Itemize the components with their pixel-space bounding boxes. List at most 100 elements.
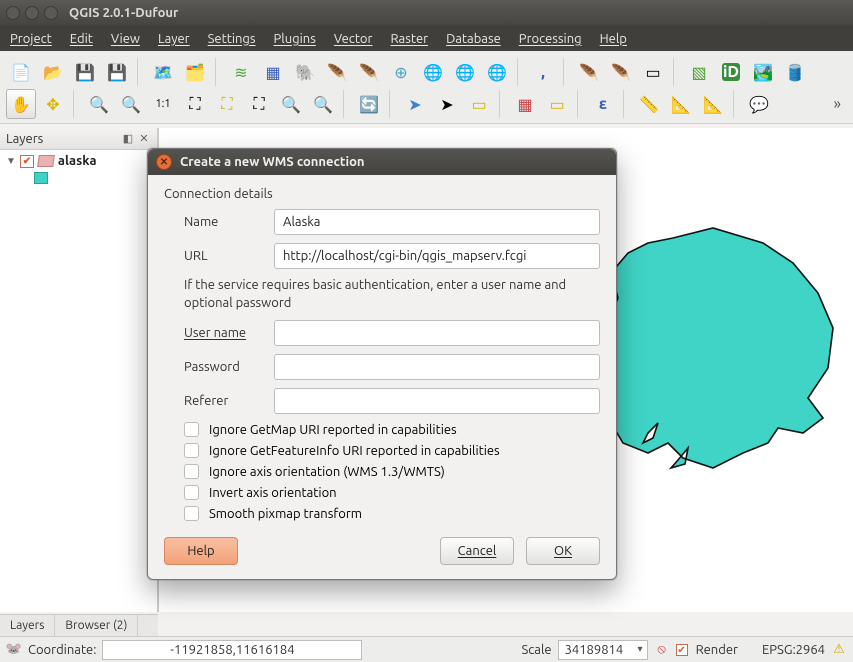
db-manager-button[interactable]: 🛢️	[780, 57, 810, 87]
field-calculator-button[interactable]: ε	[588, 89, 618, 119]
menu-layer[interactable]: Layer	[158, 32, 190, 46]
ruler-angle-icon: 📐	[702, 93, 724, 115]
zoom-full-button[interactable]: ⛶	[180, 89, 210, 119]
zoom-next-button[interactable]: 🔍	[308, 89, 338, 119]
layer-row-alaska[interactable]: ▼ ✔ alaska	[6, 154, 151, 168]
invert-axis-checkbox[interactable]	[184, 485, 199, 500]
toolbar-overflow-icon[interactable]: »	[833, 95, 847, 113]
tab-browser[interactable]: Browser (2)	[55, 615, 138, 636]
close-window-icon[interactable]	[6, 6, 20, 20]
grass-tools-button[interactable]: ▧	[684, 57, 714, 87]
maximize-window-icon[interactable]	[44, 6, 58, 20]
help-button[interactable]: Help	[164, 537, 238, 565]
render-checkbox[interactable]: ✔	[676, 644, 688, 656]
open-attribute-table-button[interactable]: ▦	[510, 89, 540, 119]
messages-icon[interactable]: ⚠	[831, 642, 847, 658]
toolbar-separator	[623, 90, 629, 118]
layers-panel-header: Layers ◧ ✕	[0, 128, 157, 150]
menu-help[interactable]: Help	[600, 32, 627, 46]
add-oracle-layer-button[interactable]: ⊕	[386, 57, 416, 87]
zoom-native-button[interactable]: 1:1	[148, 89, 178, 119]
identify-features-button[interactable]: ➤	[400, 89, 430, 119]
ignore-getfeatureinfo-checkbox[interactable]	[184, 443, 199, 458]
smooth-pixmap-checkbox[interactable]	[184, 506, 199, 521]
zoom-layer-button[interactable]: ⛶	[244, 89, 274, 119]
add-wms-layer-button[interactable]: 🌐	[418, 57, 448, 87]
select-features-button[interactable]: ➤	[432, 89, 462, 119]
menu-edit[interactable]: Edit	[70, 32, 93, 46]
scale-input[interactable]: 34189814	[558, 640, 648, 660]
zoom-selection-button[interactable]: ⛶	[212, 89, 242, 119]
refresh-button[interactable]: 🔄	[354, 89, 384, 119]
invert-axis-label: Invert axis orientation	[209, 486, 337, 500]
panel-undock-icon[interactable]: ◧	[121, 132, 135, 146]
menu-processing[interactable]: Processing	[519, 32, 582, 46]
menu-plugins[interactable]: Plugins	[274, 32, 316, 46]
ignore-getmap-checkbox[interactable]	[184, 422, 199, 437]
open-project-button[interactable]: 📂	[38, 57, 68, 87]
zoom-in-button[interactable]: 🔍	[84, 89, 114, 119]
crs-label[interactable]: EPSG:2964	[762, 643, 825, 657]
zoom-last-button[interactable]: 🔍	[276, 89, 306, 119]
panel-close-icon[interactable]: ✕	[137, 132, 151, 146]
tab-layers[interactable]: Layers	[0, 615, 55, 636]
menu-project[interactable]: Project	[10, 32, 52, 46]
toolbar-separator	[733, 90, 739, 118]
pan-to-selection-button[interactable]: ✥	[38, 89, 68, 119]
pan-map-button[interactable]: ✋	[6, 89, 36, 119]
blank-page-icon: 📄	[10, 61, 32, 83]
ok-button[interactable]: OK	[526, 537, 600, 565]
menu-view[interactable]: View	[111, 32, 140, 46]
zoom-full-icon: ⛶	[184, 93, 206, 115]
remove-layer-button[interactable]: ▭	[638, 57, 668, 87]
save-project-button[interactable]: 💾	[70, 57, 100, 87]
add-wcs-layer-button[interactable]: 🌐	[450, 57, 480, 87]
menu-vector[interactable]: Vector	[334, 32, 373, 46]
menu-settings[interactable]: Settings	[208, 32, 256, 46]
disclosure-triangle-icon[interactable]: ▼	[6, 155, 16, 167]
add-delimited-text-button[interactable]: ,	[528, 57, 558, 87]
name-input[interactable]	[274, 209, 600, 235]
add-postgis-layer-button[interactable]: 🐘	[290, 57, 320, 87]
new-spatialite-button[interactable]: 🪶	[606, 57, 636, 87]
save-as-project-button[interactable]: 💾	[102, 57, 132, 87]
layer-visibility-checkbox[interactable]: ✔	[20, 155, 34, 168]
menu-raster[interactable]: Raster	[390, 32, 428, 46]
stop-render-icon[interactable]: ⦸	[654, 642, 670, 658]
add-wfs-layer-button[interactable]: 🌐	[482, 57, 512, 87]
measure-angle-button[interactable]: 📐	[698, 89, 728, 119]
cancel-button[interactable]: Cancel	[440, 537, 514, 565]
menu-database[interactable]: Database	[446, 32, 501, 46]
new-shapefile-button[interactable]: 🪶	[574, 57, 604, 87]
layer-tree[interactable]: ▼ ✔ alaska	[0, 150, 157, 612]
composer-manager-button[interactable]: 🗂️	[180, 57, 210, 87]
measure-line-button[interactable]: 📏	[634, 89, 664, 119]
add-vector-layer-button[interactable]: ≋	[226, 57, 256, 87]
dialog-close-icon[interactable]: ✕	[156, 154, 172, 170]
add-raster-layer-button[interactable]: ▦	[258, 57, 288, 87]
identify-button[interactable]: iD	[716, 57, 746, 87]
referer-input[interactable]	[274, 388, 600, 414]
username-input[interactable]	[274, 320, 600, 346]
metasearch-button[interactable]: 🏞️	[748, 57, 778, 87]
measure-area-button[interactable]: 📐	[666, 89, 696, 119]
ignore-axis-checkbox[interactable]	[184, 464, 199, 479]
select-by-expression-button[interactable]: ▭	[542, 89, 572, 119]
new-project-button[interactable]: 📄	[6, 57, 36, 87]
dialog-titlebar[interactable]: ✕ Create a new WMS connection	[148, 149, 616, 175]
zoom-native-icon: 1:1	[152, 93, 174, 115]
url-input[interactable]	[274, 243, 600, 269]
toggle-extents-icon[interactable]: 🐭	[6, 642, 22, 658]
zoom-out-button[interactable]: 🔍	[116, 89, 146, 119]
row-username: User name	[184, 320, 600, 346]
minimize-window-icon[interactable]	[25, 6, 39, 20]
add-spatialite-layer-button[interactable]: 🪶	[322, 57, 352, 87]
map-tips-button[interactable]: 💬	[744, 89, 774, 119]
new-print-composer-button[interactable]: 🗺️	[148, 57, 178, 87]
refresh-icon: 🔄	[358, 93, 380, 115]
deselect-button[interactable]: ▭	[464, 89, 494, 119]
coordinate-input[interactable]: -11921858,11616184	[102, 640, 362, 660]
row-chk-getmap: Ignore GetMap URI reported in capabiliti…	[184, 422, 600, 437]
password-input[interactable]	[274, 354, 600, 380]
add-mssql-layer-button[interactable]: 🪶	[354, 57, 384, 87]
